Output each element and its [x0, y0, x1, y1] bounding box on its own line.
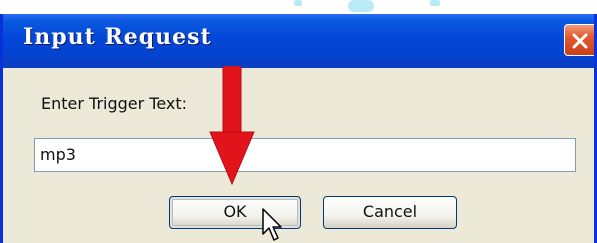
close-icon — [572, 33, 588, 49]
title-bar[interactable]: Input Request — [3, 14, 594, 68]
dialog-body: Enter Trigger Text: mp3 OK Cancel — [3, 68, 594, 243]
watermark-mark — [294, 0, 302, 6]
screenshot-stage: Input Request Enter Trigger Text: mp3 OK… — [0, 0, 597, 243]
trigger-text-input[interactable]: mp3 — [34, 138, 576, 172]
watermark-mark — [430, 0, 440, 6]
mouse-pointer-icon — [262, 208, 282, 241]
down-arrow-icon — [209, 66, 255, 186]
input-request-dialog: Input Request Enter Trigger Text: mp3 OK… — [0, 14, 597, 243]
watermark-mark — [348, 0, 374, 12]
dialog-title: Input Request — [23, 24, 212, 50]
prompt-label: Enter Trigger Text: — [41, 94, 188, 113]
close-button[interactable] — [564, 24, 594, 56]
cancel-button[interactable]: Cancel — [323, 196, 457, 229]
